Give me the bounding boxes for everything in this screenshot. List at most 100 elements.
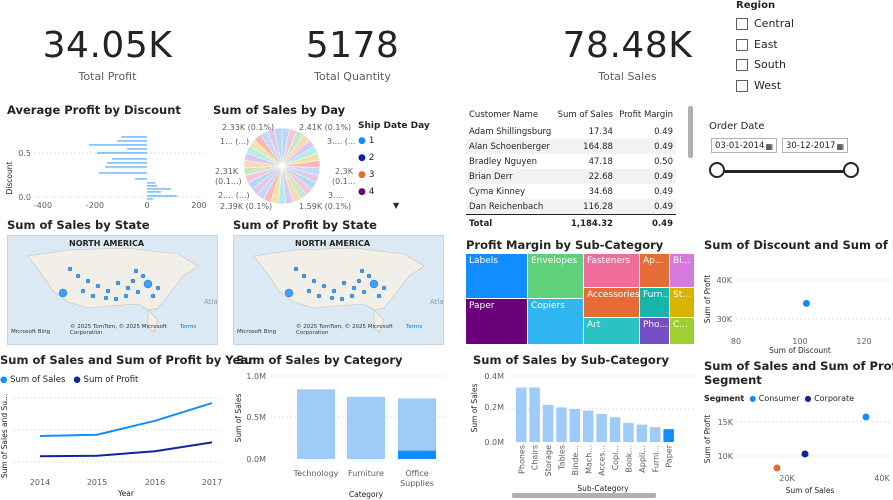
bar[interactable] (147, 195, 177, 197)
legend-item[interactable]: ● Sum of Profit (73, 375, 138, 385)
map-bubble[interactable] (130, 278, 136, 284)
legend-scroll-down-icon[interactable]: ▼ (393, 201, 399, 210)
table-scrollbar[interactable] (688, 106, 693, 158)
table-row[interactable]: Adam Shillingsburg 17.34 0.49 (466, 124, 676, 139)
map-bubble[interactable] (284, 288, 294, 298)
treemap-tile[interactable]: Fasteners (584, 254, 639, 287)
map-bubble[interactable] (75, 273, 81, 279)
map-bubble[interactable] (113, 296, 119, 302)
bar[interactable] (147, 182, 155, 184)
treemap-tile[interactable]: St... (670, 288, 694, 317)
treemap-tile[interactable]: Copiers (528, 299, 583, 344)
column-header[interactable]: Profit Margin (616, 106, 676, 124)
date-range-end-handle[interactable] (843, 162, 859, 178)
bar[interactable] (147, 188, 171, 190)
map-bubble[interactable] (301, 273, 307, 279)
treemap-tile[interactable]: Labels (466, 254, 527, 298)
horizontal-scrollbar[interactable] (512, 493, 656, 498)
map-bubble[interactable] (381, 285, 387, 291)
legend-item[interactable]: ● 4 (358, 187, 374, 204)
map-bubble[interactable] (351, 285, 357, 291)
table-row[interactable]: Alan Schoenberger 164.88 0.49 (466, 139, 676, 154)
legend-item[interactable]: ● Consumer (749, 394, 799, 403)
date-range-start-handle[interactable] (709, 162, 725, 178)
map-terms-link[interactable]: Terms (180, 324, 196, 330)
calendar-icon[interactable]: ▦ (765, 139, 773, 154)
map-bubble[interactable] (366, 273, 372, 279)
bar[interactable] (97, 152, 147, 154)
line-path[interactable] (39, 441, 213, 458)
map-bubble[interactable] (349, 293, 355, 299)
sales-by-subcategory-chart[interactable]: Sum of Sales 0.4M 0.2M 0.0M Phones Chairs… (468, 370, 698, 500)
map-bubble[interactable] (105, 288, 111, 294)
map-bubble[interactable] (316, 293, 322, 299)
treemap-tile[interactable]: Bi... (670, 254, 694, 287)
bar[interactable] (529, 387, 540, 442)
legend-item[interactable]: ● 1 (358, 136, 374, 153)
profit-margin-treemap[interactable]: Labels Envelopes Fasteners Ap... Bi... P… (466, 254, 694, 344)
treemap-tile[interactable]: Envelopes (528, 254, 583, 298)
region-option-central[interactable]: Central (736, 17, 794, 30)
sales-by-category-chart[interactable]: Sum of Sales 1.0M 0.5M 0.0M Technology F… (232, 370, 452, 500)
column-header[interactable]: Sum of Sales (554, 106, 615, 124)
bar[interactable] (516, 387, 527, 442)
treemap-tile[interactable]: Ap... (640, 254, 669, 287)
map-bubble[interactable] (58, 288, 68, 298)
map-bubble[interactable] (329, 295, 335, 301)
bar[interactable] (609, 417, 621, 442)
date-range-track[interactable] (717, 170, 852, 173)
map-bubble[interactable] (143, 279, 153, 289)
checkbox-icon[interactable] (736, 17, 748, 30)
map-bubble[interactable] (306, 288, 312, 294)
legend-item[interactable]: ● Corporate (805, 394, 855, 403)
pie-slices[interactable] (243, 127, 321, 205)
map-bubble[interactable] (376, 293, 382, 299)
map-bubble[interactable] (341, 280, 347, 286)
profit-by-state-map[interactable]: NORTH AMERICA Microsoft Bing © 2025 TomT… (233, 235, 444, 345)
map-bubble[interactable] (135, 289, 141, 295)
map-bubble[interactable] (85, 278, 91, 284)
map-bubble[interactable] (67, 266, 73, 272)
map-bubble[interactable] (123, 293, 129, 299)
checkbox-icon[interactable] (736, 79, 748, 92)
map-bubble[interactable] (293, 266, 299, 272)
map-bubble[interactable] (321, 283, 327, 289)
bar[interactable] (650, 427, 661, 442)
treemap-tile[interactable]: Pho... (640, 318, 669, 344)
bar[interactable] (147, 198, 153, 200)
bar[interactable] (636, 424, 648, 442)
treemap-tile[interactable]: Furn... (640, 288, 669, 317)
bar[interactable] (117, 140, 147, 142)
bar[interactable] (112, 158, 147, 160)
map-bubble[interactable] (369, 279, 379, 289)
map-bubble[interactable] (133, 268, 139, 274)
bar[interactable] (147, 185, 157, 187)
calendar-icon[interactable]: ▦ (836, 139, 844, 154)
map-bubble[interactable] (311, 278, 317, 284)
scatter-point[interactable] (773, 464, 781, 472)
customer-table[interactable]: Customer Name Sum of Sales Profit Margin… (466, 106, 681, 232)
region-option-east[interactable]: East (736, 38, 778, 51)
column-header[interactable]: Customer Name (466, 106, 554, 124)
bar-highlight[interactable] (398, 450, 436, 459)
sales-by-day-pie[interactable]: 2.33K (0.1%) 2.41K (0.1%) 1... (...) 3..… (210, 118, 355, 215)
treemap-tile[interactable]: C... (670, 318, 694, 344)
checkbox-icon[interactable] (736, 38, 748, 51)
map-bubble[interactable] (339, 296, 345, 302)
map-bubble[interactable] (103, 295, 109, 301)
bar[interactable] (663, 429, 674, 442)
map-terms-link[interactable]: Terms (406, 324, 422, 330)
bar[interactable] (135, 178, 147, 180)
discount-profit-scatter[interactable]: Sum of Profit 40K 30K 80 100 120 Sum of … (700, 254, 893, 354)
segment-scatter[interactable]: Sum of Profit 15K 10K 20K 40K Sum of Sal… (700, 404, 893, 500)
sales-profit-year-line-chart[interactable]: Sum of Sales and Su... 2014 2015 2016 20… (0, 388, 225, 500)
map-bubble[interactable] (95, 283, 101, 289)
line-path[interactable] (39, 402, 213, 437)
map-bubble[interactable] (140, 273, 146, 279)
scatter-point[interactable] (862, 413, 870, 421)
bar-group[interactable] (297, 389, 436, 459)
start-date-input[interactable]: 03-01-2014 ▦ (711, 138, 777, 153)
bar[interactable] (583, 410, 594, 442)
map-bubble[interactable] (155, 285, 161, 291)
bar[interactable] (556, 407, 567, 442)
